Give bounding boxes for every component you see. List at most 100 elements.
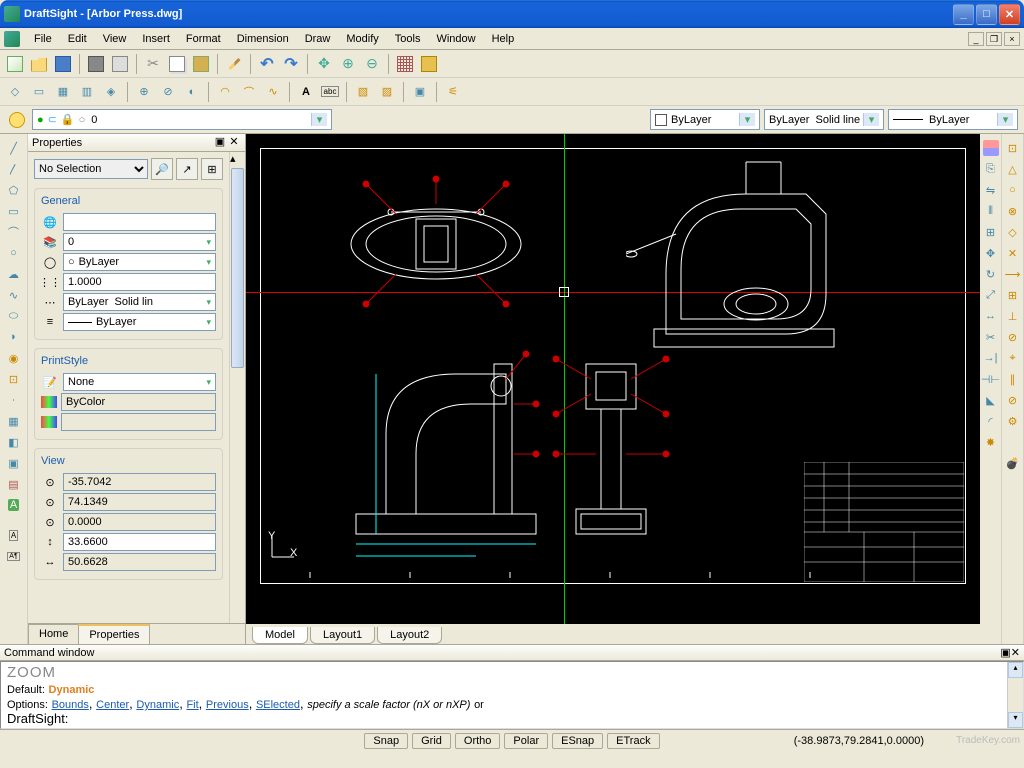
layer-manager-button[interactable] (394, 53, 416, 75)
snap-endpoint[interactable]: ⊡ (1002, 138, 1024, 158)
status-esnap[interactable]: ESnap (552, 733, 603, 749)
copy-button[interactable] (166, 53, 188, 75)
revision-cloud-tool[interactable]: ☁ (3, 264, 25, 284)
arc-3p-button[interactable]: ⌒ (238, 81, 260, 103)
menu-insert[interactable]: Insert (134, 31, 178, 47)
ellipse-arc-tool[interactable]: ◗ (3, 327, 25, 347)
prop-color-field[interactable] (63, 213, 216, 231)
extend-button[interactable]: →| (980, 348, 1002, 368)
mtext-tool[interactable]: A¶ (3, 546, 25, 566)
command-prompt[interactable]: DraftSight: (7, 711, 1017, 726)
circle-3p-button[interactable]: ◐ (181, 81, 203, 103)
command-scrollbar[interactable]: ▴ ▾ (1007, 662, 1023, 728)
make-block-tool[interactable]: ⊡ (3, 369, 25, 389)
bomb-icon[interactable]: 💣 (1002, 453, 1024, 473)
menu-draw[interactable]: Draw (297, 31, 339, 47)
hatch-tool[interactable]: ▦ (3, 411, 25, 431)
polygon-tool[interactable]: ⬠ (3, 180, 25, 200)
linetype-dropdown[interactable]: ByLayer Solid line ▾ (764, 109, 884, 130)
select-entity-button[interactable]: ↗ (176, 158, 198, 180)
zoom-out-button[interactable]: ⊖ (361, 53, 383, 75)
prop-printstyle-field[interactable]: None▾ (63, 373, 216, 391)
selection-dropdown[interactable]: No Selection (34, 159, 148, 179)
toggle-pickadd-button[interactable]: ⊞ (201, 158, 223, 180)
snap-extension[interactable]: ⟶ (1002, 264, 1024, 284)
color-dropdown[interactable]: ByLayer ▾ (650, 109, 760, 130)
print-button[interactable] (85, 53, 107, 75)
app-menu-icon[interactable] (4, 31, 20, 47)
status-grid[interactable]: Grid (412, 733, 451, 749)
properties-button[interactable] (223, 53, 245, 75)
measure-button[interactable]: ⚟ (442, 81, 464, 103)
point-tool[interactable]: ∙ (3, 390, 25, 410)
prop-lineweight-field[interactable]: ByLayer▾ (63, 313, 216, 331)
circle-2p-button[interactable]: ⊘ (157, 81, 179, 103)
status-snap[interactable]: Snap (364, 733, 408, 749)
scale-button[interactable]: ⤢ (980, 285, 1002, 305)
cut-button[interactable]: ✂ (142, 53, 164, 75)
paste-button[interactable] (190, 53, 212, 75)
menu-edit[interactable]: Edit (60, 31, 95, 47)
tab-home[interactable]: Home (28, 624, 79, 644)
prop-linetype-field[interactable]: ○ByLayer▾ (63, 253, 216, 271)
dim-radius-button[interactable]: ▥ (76, 81, 98, 103)
prop-style-field[interactable]: ByLayer Solid lin▾ (63, 293, 216, 311)
status-polar[interactable]: Polar (504, 733, 548, 749)
menu-modify[interactable]: Modify (338, 31, 386, 47)
properties-scrollbar[interactable]: ▴ (229, 152, 245, 623)
menu-tools[interactable]: Tools (387, 31, 429, 47)
properties-close-button[interactable]: ✕ (227, 136, 241, 150)
polyline-tool[interactable]: 〳 (3, 159, 25, 179)
quick-select-button[interactable]: 🔎 (151, 158, 173, 180)
trim-button[interactable]: ✂ (980, 327, 1002, 347)
save-button[interactable] (52, 53, 74, 75)
pan-button[interactable]: ✥ (313, 53, 335, 75)
rectangle-tool[interactable]: ▭ (3, 201, 25, 221)
snap-settings[interactable]: ⚙ (1002, 411, 1024, 431)
table-tool[interactable]: ▤ (3, 474, 25, 494)
chamfer-button[interactable]: ◣ (980, 390, 1002, 410)
minimize-button[interactable]: _ (953, 4, 974, 25)
status-ortho[interactable]: Ortho (455, 733, 501, 749)
stretch-button[interactable]: ↔ (980, 306, 1002, 326)
arc-tool[interactable]: ⌒ (3, 222, 25, 242)
close-button[interactable]: ✕ (999, 4, 1020, 25)
command-output[interactable]: ZOOM Default: Dynamic Options: Bounds, C… (0, 661, 1024, 729)
tab-layout2[interactable]: Layout2 (377, 627, 442, 644)
tab-layout1[interactable]: Layout1 (310, 627, 375, 644)
dim-aligned-button[interactable]: ▭ (28, 81, 50, 103)
rotate-button[interactable]: ↻ (980, 264, 1002, 284)
prop-layer-field[interactable]: 0▾ (63, 233, 216, 251)
tab-properties[interactable]: Properties (78, 624, 150, 644)
new-button[interactable] (4, 53, 26, 75)
snap-quadrant[interactable]: ◇ (1002, 222, 1024, 242)
status-etrack[interactable]: ETrack (607, 733, 659, 749)
snap-midpoint[interactable]: △ (1002, 159, 1024, 179)
mdi-restore-button[interactable]: ❐ (986, 32, 1002, 46)
undo-button[interactable]: ↶ (256, 53, 278, 75)
mirror-button[interactable]: ⇋ (980, 180, 1002, 200)
dim-angular-button[interactable]: ▦ (52, 81, 74, 103)
region-button[interactable]: ▨ (376, 81, 398, 103)
menu-window[interactable]: Window (428, 31, 483, 47)
layer-props-button[interactable] (6, 109, 28, 131)
move-button[interactable]: ✥ (980, 243, 1002, 263)
mtext-button[interactable]: abc (319, 81, 341, 103)
line-tool[interactable]: ╱ (3, 138, 25, 158)
fillet-button[interactable]: ◜ (980, 411, 1002, 431)
copy-entity-button[interactable]: ⎘ (980, 159, 1002, 179)
command-close-button[interactable]: ✕ (1011, 646, 1020, 659)
snap-nearest[interactable]: ⌖ (1002, 348, 1024, 368)
prop-scale-field[interactable]: 1.0000 (63, 273, 216, 291)
mdi-close-button[interactable]: × (1004, 32, 1020, 46)
break-button[interactable]: ⊣⊢ (980, 369, 1002, 389)
maximize-button[interactable]: □ (976, 4, 997, 25)
mdi-minimize-button[interactable]: _ (968, 32, 984, 46)
snap-none[interactable]: ⊘ (1002, 390, 1024, 410)
circle-center-button[interactable]: ⊕ (133, 81, 155, 103)
insert-block-tool[interactable]: ◉ (3, 348, 25, 368)
lineweight-dropdown[interactable]: ByLayer ▾ (888, 109, 1018, 130)
region-tool[interactable]: ▣ (3, 453, 25, 473)
circle-tool[interactable]: ○ (3, 243, 25, 263)
tab-model[interactable]: Model (252, 627, 308, 644)
